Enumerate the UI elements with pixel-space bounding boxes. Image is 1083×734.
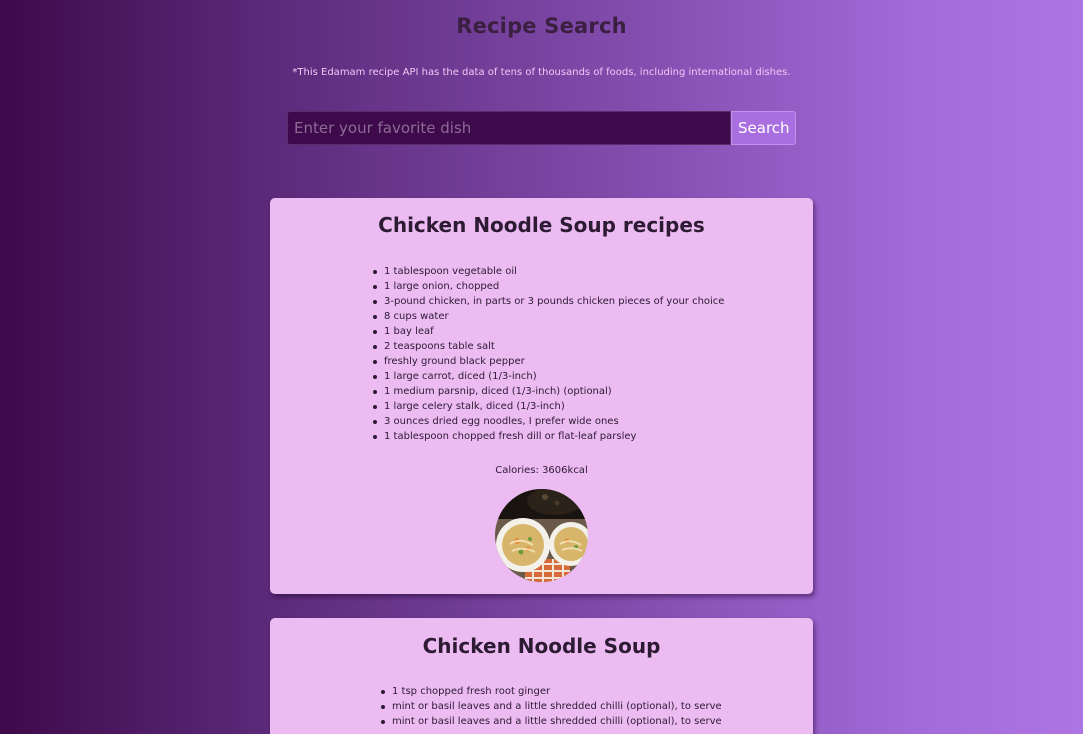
page-title: Recipe Search — [456, 14, 627, 38]
ingredient-item: 2 teaspoons table salt — [371, 339, 724, 354]
recipe-card: Chicken Noodle Soup recipes 1 tablespoon… — [270, 198, 813, 594]
ingredient-item: 1 medium parsnip, diced (1/3-inch) (opti… — [371, 384, 724, 399]
ingredient-list: 1 tablespoon vegetable oil 1 large onion… — [371, 264, 724, 444]
ingredient-item: 1 large celery stalk, diced (1/3-inch) — [371, 399, 724, 414]
soup-bowls-photo — [495, 489, 588, 582]
calories-text: Calories: 3606kcal — [495, 465, 588, 476]
recipe-title: Chicken Noodle Soup recipes — [378, 213, 705, 237]
ingredient-item: 8 cups water — [371, 309, 724, 324]
search-button[interactable]: Search — [731, 111, 796, 145]
recipe-card: Chicken Noodle Soup 1 tsp chopped fresh … — [270, 618, 813, 734]
ingredient-item: freshly ground black pepper — [371, 354, 724, 369]
ingredient-item: 1 tablespoon chopped fresh dill or flat-… — [371, 429, 724, 444]
ingredient-item: mint or basil leaves and a little shredd… — [379, 714, 722, 729]
ingredient-item: mint or basil leaves and a little shredd… — [379, 699, 722, 714]
ingredient-item: 1 bay leaf — [371, 324, 724, 339]
search-bar: Search — [287, 111, 796, 145]
ingredient-item: 3-pound chicken, in parts or 3 pounds ch… — [371, 294, 724, 309]
ingredient-list: 1 tsp chopped fresh root ginger mint or … — [379, 684, 722, 729]
recipe-image — [495, 489, 588, 582]
ingredient-item: 3 ounces dried egg noodles, I prefer wid… — [371, 414, 724, 429]
ingredient-item: 1 large onion, chopped — [371, 279, 724, 294]
ingredient-item: 1 tsp chopped fresh root ginger — [379, 684, 722, 699]
ingredient-item: 1 tablespoon vegetable oil — [371, 264, 724, 279]
ingredient-item: 1 large carrot, diced (1/3-inch) — [371, 369, 724, 384]
recipe-title: Chicken Noodle Soup — [422, 634, 661, 658]
search-input[interactable] — [287, 111, 731, 145]
api-note: *This Edamam recipe API has the data of … — [292, 67, 791, 78]
